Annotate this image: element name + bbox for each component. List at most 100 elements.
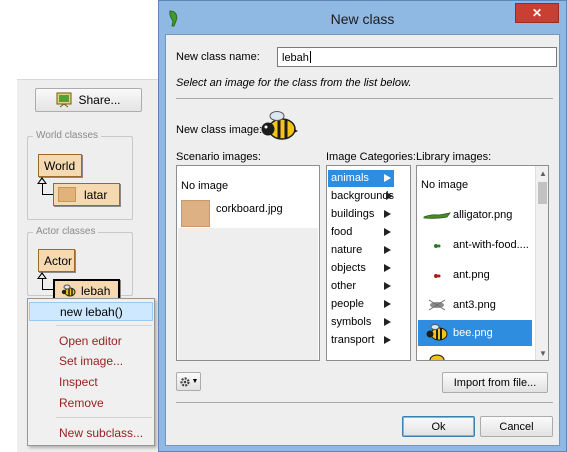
category-label: transport (331, 334, 375, 346)
settings-menu-button[interactable]: ▼ (176, 372, 201, 391)
bee-icon (261, 111, 298, 140)
dialog-title: New class (330, 11, 395, 27)
divider (176, 98, 553, 99)
library-scrollbar[interactable]: ▲ ▼ (535, 166, 548, 360)
scenario-image-corkboard-label: corkboard.jpg (216, 202, 283, 215)
scenario-images-header: Scenario images: (176, 151, 261, 163)
image-categories-list[interactable]: animals backgrounds buildings food natur… (326, 165, 411, 361)
world-classes-title: World classes (33, 130, 102, 141)
library-images-list[interactable]: No image alligator.png ant-with-food....… (416, 165, 549, 361)
category-nature[interactable]: nature (328, 242, 394, 259)
close-icon: ✕ (531, 6, 543, 20)
category-people[interactable]: people (328, 296, 394, 313)
class-image-label: New class image: (176, 124, 263, 136)
close-button[interactable]: ✕ (515, 3, 559, 23)
inheritance-arrow-icon (37, 177, 47, 184)
share-icon (56, 92, 72, 108)
submenu-arrow-icon (386, 192, 393, 200)
category-label: people (331, 298, 365, 310)
submenu-arrow-icon (384, 318, 391, 326)
share-button[interactable]: Share... (35, 88, 142, 112)
scroll-down-icon[interactable]: ▼ (539, 350, 547, 358)
class-actor-label: Actor (44, 253, 73, 268)
scenario-list-empty-area (178, 228, 318, 360)
category-other[interactable]: other (328, 278, 394, 295)
category-symbols[interactable]: symbols (328, 314, 394, 331)
category-food[interactable]: food (328, 224, 394, 241)
library-image-ant3[interactable]: ant3.png (421, 292, 533, 318)
category-buildings[interactable]: buildings (328, 206, 394, 223)
category-label: buildings (331, 208, 375, 220)
category-transport[interactable]: transport (328, 332, 394, 349)
class-name-input[interactable]: lebah (277, 47, 557, 67)
submenu-arrow-icon (384, 264, 391, 272)
menu-item-open-editor[interactable]: Open editor (29, 332, 153, 351)
scenario-image-none[interactable]: No image (181, 180, 228, 192)
category-label: animals (331, 172, 369, 184)
image-categories-header: Image Categories: (326, 151, 416, 163)
menu-item-new-subclass[interactable]: New subclass... (29, 424, 153, 443)
ant-icon (434, 274, 441, 278)
corkboard-thumbnail-icon (181, 200, 210, 227)
category-animals[interactable]: animals (328, 170, 394, 187)
inheritance-arrow-icon (37, 272, 47, 279)
library-image-none[interactable]: No image (421, 172, 533, 198)
import-from-file-button[interactable]: Import from file... (442, 372, 548, 393)
share-label: Share... (78, 93, 121, 107)
cancel-label: Cancel (499, 420, 534, 433)
gear-icon (179, 376, 190, 387)
library-image-ant-with-food[interactable]: ant-with-food.... (421, 232, 533, 258)
library-image-label: bee.png (453, 327, 493, 339)
import-from-file-label: Import from file... (453, 376, 537, 389)
submenu-arrow-icon (384, 228, 391, 236)
cancel-button[interactable]: Cancel (480, 416, 553, 437)
class-context-menu: new lebah() Open editor Set image... Ins… (27, 298, 155, 446)
library-image-alligator[interactable]: alligator.png (421, 202, 533, 228)
menu-item-set-image[interactable]: Set image... (29, 352, 153, 371)
submenu-arrow-icon (384, 300, 391, 308)
class-name-value: lebah (282, 52, 309, 64)
ok-button[interactable]: Ok (402, 416, 475, 437)
actor-classes-title: Actor classes (33, 226, 99, 237)
submenu-arrow-icon (384, 336, 391, 344)
category-label: nature (331, 244, 363, 256)
chevron-down-icon: ▼ (191, 378, 199, 385)
share-area: Share... (17, 79, 160, 124)
submenu-arrow-icon (384, 246, 391, 254)
bee-icon (61, 284, 76, 296)
class-lebah-label: lebah (81, 283, 111, 298)
bee-icon (426, 324, 448, 341)
library-image-label: ant3.png (453, 299, 496, 311)
class-latar[interactable]: latar (53, 183, 120, 206)
menu-separator (56, 325, 152, 326)
latar-thumbnail-icon (58, 187, 76, 202)
menu-separator (56, 417, 152, 418)
category-backgrounds[interactable]: backgrounds (328, 188, 394, 205)
class-actor[interactable]: Actor (38, 249, 75, 272)
category-label: food (331, 226, 353, 238)
category-label: objects (331, 262, 366, 274)
class-name-label: New class name: (176, 51, 260, 63)
scroll-up-icon[interactable]: ▲ (539, 170, 547, 178)
menu-item-remove[interactable]: Remove (29, 394, 153, 413)
class-panel: Share... World classes World latar Actor… (0, 0, 160, 452)
class-world[interactable]: World (38, 154, 82, 177)
library-image-bee[interactable]: bee.png (418, 320, 532, 346)
class-latar-label: latar (84, 187, 108, 202)
ant3-icon (428, 299, 446, 311)
instruction-text: Select an image for the class from the l… (176, 77, 412, 89)
category-objects[interactable]: objects (328, 260, 394, 277)
menu-item-new-instance[interactable]: new lebah() (29, 302, 153, 321)
scenario-image-corkboard[interactable]: corkboard.jpg (181, 200, 283, 227)
partial-bee-icon (429, 354, 445, 360)
menu-item-inspect[interactable]: Inspect (29, 373, 153, 392)
library-image-ant[interactable]: ant.png (421, 262, 533, 288)
ant-with-food-icon (434, 244, 441, 248)
new-class-dialog: New class ✕ New class name: lebah Select… (158, 0, 567, 452)
scenario-images-list[interactable]: No image corkboard.jpg (176, 165, 320, 361)
scenario-image-none-label: No image (181, 180, 229, 192)
dialog-titlebar[interactable]: New class ✕ (159, 1, 566, 37)
library-image-label: alligator.png (453, 209, 513, 221)
scrollbar-thumb[interactable] (538, 182, 547, 204)
alligator-icon (423, 212, 451, 219)
